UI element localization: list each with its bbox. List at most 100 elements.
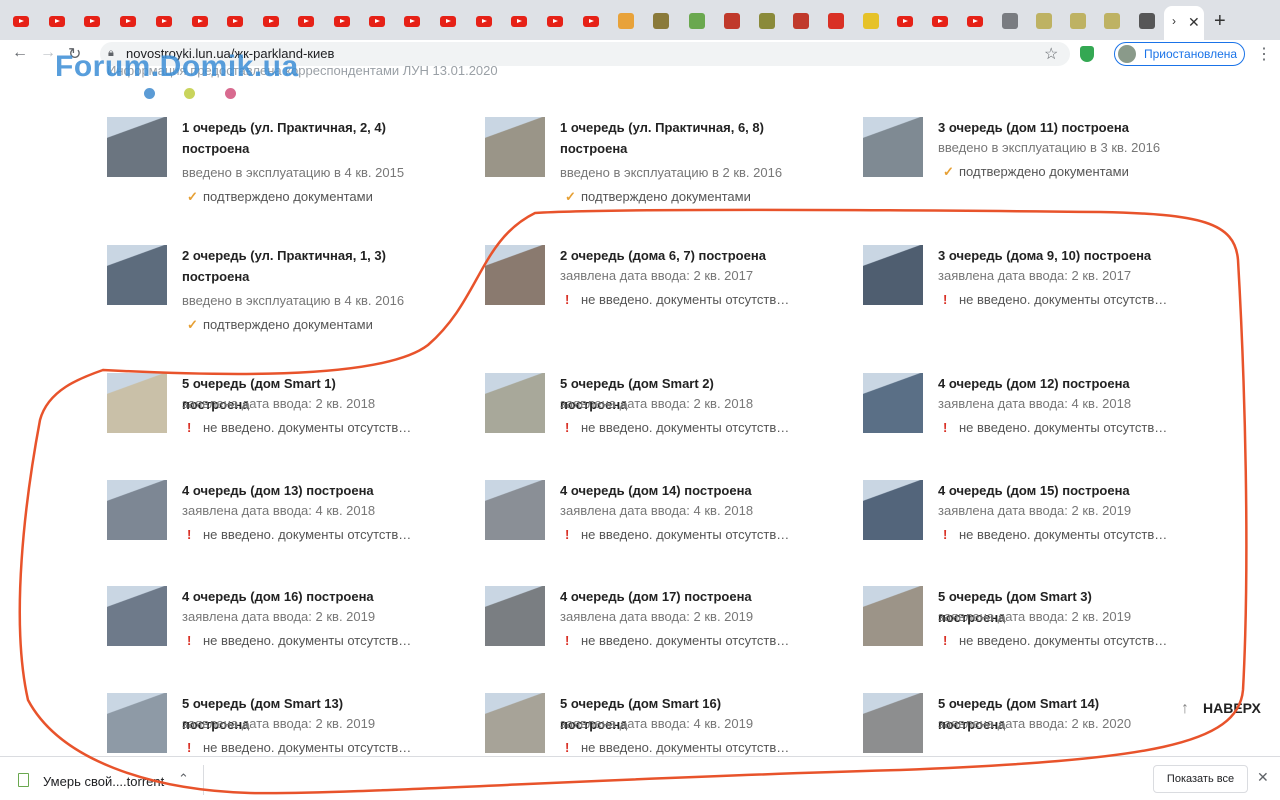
building-thumbnail[interactable]	[107, 693, 167, 753]
show-all-button[interactable]: Показать все	[1153, 765, 1248, 793]
tab-youtube-13[interactable]	[475, 12, 493, 30]
extension-shield-icon[interactable]	[1080, 46, 1094, 62]
tab-chart[interactable]	[792, 12, 810, 30]
stage-status: не введено. документы отсутств…	[581, 740, 790, 755]
tab-map-2[interactable]	[1069, 12, 1087, 30]
stage-card[interactable]: 2 очередь (ул. Практичная, 1, 3) построе…	[107, 245, 467, 345]
building-thumbnail[interactable]	[485, 693, 545, 753]
stage-card[interactable]: 1 очередь (ул. Практичная, 2, 4) построе…	[107, 117, 467, 217]
tab-co[interactable]	[862, 12, 880, 30]
youtube-icon	[932, 15, 948, 27]
tab-youtube-2[interactable]	[83, 12, 101, 30]
building-thumbnail[interactable]	[107, 480, 167, 540]
download-filename[interactable]: Умерь свой....torrent	[43, 774, 164, 789]
building-thumbnail[interactable]	[107, 586, 167, 646]
stage-status: не введено. документы отсутств…	[581, 420, 790, 435]
alert-icon: !	[565, 292, 570, 307]
tab-diamond[interactable]	[617, 12, 635, 30]
stage-card[interactable]: 5 очередь (дом Smart 3) построена заявлен…	[863, 586, 1223, 686]
tab-youtube-5[interactable]	[191, 12, 209, 30]
tab-figure-4[interactable]	[1138, 12, 1156, 30]
stage-title: 3 очередь (дома 9, 10) построена	[938, 248, 1152, 263]
building-thumbnail[interactable]	[485, 586, 545, 646]
stage-card[interactable]: 4 очередь (дом 17) построена заявлена дат…	[485, 586, 845, 686]
youtube-icon	[84, 15, 100, 27]
active-tab[interactable]: › ✕	[1164, 6, 1204, 40]
tab-map-3[interactable]	[1103, 12, 1121, 30]
building-thumbnail[interactable]	[863, 117, 923, 177]
tab-helmet[interactable]	[652, 12, 670, 30]
tab-coin[interactable]	[758, 12, 776, 30]
stage-card[interactable]: 5 очередь (дом Smart 2) построена заявлен…	[485, 373, 845, 473]
home-icon	[689, 13, 705, 29]
tab-rocket-0[interactable]	[1001, 12, 1019, 30]
stage-card[interactable]: 1 очередь (ул. Практичная, 6, 8) построе…	[485, 117, 845, 217]
tab-youtube-extra-2[interactable]	[966, 12, 984, 30]
tab-youtube-8[interactable]	[297, 12, 315, 30]
co-icon	[863, 13, 879, 29]
stage-date: заявлена дата ввода: 2 кв. 2018	[182, 396, 376, 411]
building-thumbnail[interactable]	[863, 586, 923, 646]
filter-dot-green[interactable]	[184, 88, 195, 99]
stage-card[interactable]: 4 очередь (дом 14) построена заявлена дат…	[485, 480, 845, 580]
chevron-up-icon[interactable]: ⌃	[178, 771, 189, 787]
figure-icon	[1139, 13, 1155, 29]
stage-card[interactable]: 4 очередь (дом 13) построена заявлена дат…	[107, 480, 467, 580]
building-thumbnail[interactable]	[863, 245, 923, 305]
menu-icon[interactable]: ⋮	[1256, 44, 1272, 64]
tab-youtube-14[interactable]	[510, 12, 528, 30]
building-thumbnail[interactable]	[863, 480, 923, 540]
building-thumbnail[interactable]	[107, 373, 167, 433]
stage-date: введено в эксплуатацию в 4 кв. 2015	[182, 165, 405, 180]
back-icon[interactable]: ←	[12, 44, 28, 62]
tab-home[interactable]	[688, 12, 706, 30]
stage-card[interactable]: 2 очередь (дома 6, 7) построена заявлена …	[485, 245, 845, 345]
forward-icon[interactable]: →	[40, 44, 56, 62]
building-thumbnail[interactable]	[485, 117, 545, 177]
close-tab-icon[interactable]: ✕	[1188, 14, 1200, 31]
building-thumbnail[interactable]	[485, 373, 545, 433]
tab-brand[interactable]	[723, 12, 741, 30]
tab-youtube-0[interactable]	[12, 12, 30, 30]
stage-date: заявлена дата ввода: 4 кв. 2018	[182, 503, 376, 518]
stage-card[interactable]: 4 очередь (дом 12) построена заявлена дат…	[863, 373, 1223, 473]
back-to-top-button[interactable]: ↑ НАВЕРХ	[1181, 700, 1261, 718]
stage-status: не введено. документы отсутств…	[581, 633, 790, 648]
tab-youtube-6[interactable]	[226, 12, 244, 30]
tab-youtube-11[interactable]	[403, 12, 421, 30]
building-thumbnail[interactable]	[485, 480, 545, 540]
stage-date: заявлена дата ввода: 2 кв. 2018	[560, 396, 754, 411]
filter-dot-blue[interactable]	[144, 88, 155, 99]
building-thumbnail[interactable]	[107, 245, 167, 305]
tab-youtube-7[interactable]	[262, 12, 280, 30]
tab-youtube-15[interactable]	[546, 12, 564, 30]
stage-card[interactable]: 4 очередь (дом 15) построена заявлена дат…	[863, 480, 1223, 580]
stage-card[interactable]: 3 очередь (дом 11) построена введено в эк…	[863, 117, 1223, 217]
tab-youtube-3[interactable]	[119, 12, 137, 30]
tab-youtube-12[interactable]	[439, 12, 457, 30]
building-thumbnail[interactable]	[107, 117, 167, 177]
building-thumbnail[interactable]	[485, 245, 545, 305]
bookmark-star-icon[interactable]: ☆	[1044, 44, 1058, 64]
tab-youtube-16[interactable]	[582, 12, 600, 30]
stage-date: заявлена дата ввода: 4 кв. 2019	[560, 716, 754, 731]
stage-status: не введено. документы отсутств…	[581, 527, 790, 542]
stage-card[interactable]: 3 очередь (дома 9, 10) построена заявлена…	[863, 245, 1223, 345]
close-icon[interactable]: ✕	[1257, 769, 1269, 786]
tab-youtube-extra-1[interactable]	[931, 12, 949, 30]
profile-button[interactable]: Приостановлена	[1114, 42, 1245, 66]
stage-card[interactable]: 4 очередь (дом 16) построена заявлена дат…	[107, 586, 467, 686]
new-tab-icon[interactable]: +	[1214, 10, 1226, 33]
filter-dot-pink[interactable]	[225, 88, 236, 99]
tab-no-entry[interactable]	[827, 12, 845, 30]
building-thumbnail[interactable]	[863, 373, 923, 433]
stage-card[interactable]: 5 очередь (дом Smart 1) построена заявлен…	[107, 373, 467, 473]
tab-youtube-extra-0[interactable]	[896, 12, 914, 30]
stage-title: 4 очередь (дом 17) построена	[560, 589, 752, 604]
tab-map-1[interactable]	[1035, 12, 1053, 30]
tab-youtube-4[interactable]	[155, 12, 173, 30]
tab-youtube-10[interactable]	[368, 12, 386, 30]
building-thumbnail[interactable]	[863, 693, 923, 753]
tab-youtube-1[interactable]	[48, 12, 66, 30]
tab-youtube-9[interactable]	[333, 12, 351, 30]
